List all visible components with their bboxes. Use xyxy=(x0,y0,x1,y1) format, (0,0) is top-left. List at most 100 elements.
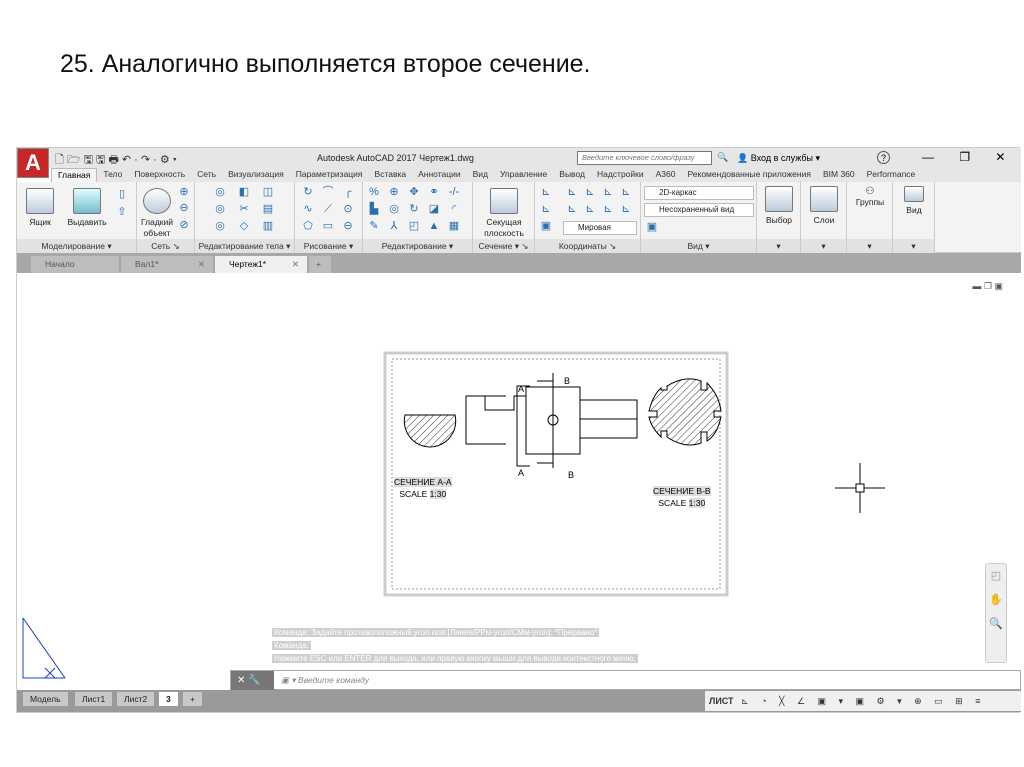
panel-expand[interactable]: ▾ xyxy=(893,239,934,253)
stretch-icon[interactable]: ▙ xyxy=(367,203,381,215)
layers-button[interactable]: Слои xyxy=(805,186,843,226)
panel-label[interactable]: Редактирование ▾ xyxy=(363,239,472,253)
ribbon-tab[interactable]: Вид xyxy=(467,168,494,182)
ribbon-tab[interactable]: Аннотации xyxy=(412,168,467,182)
mesh-add-icon[interactable]: ⊕ xyxy=(177,186,191,198)
layout-tab-3[interactable]: 3 xyxy=(159,692,178,706)
3d-align-icon[interactable]: ⅄ xyxy=(387,220,401,232)
separate-icon[interactable]: ▥ xyxy=(261,220,275,232)
panel-label[interactable]: Координаты ↘ xyxy=(535,239,640,253)
change-icon[interactable]: ▲ xyxy=(427,220,441,232)
ucs-2-icon[interactable]: ⊾ xyxy=(601,203,615,215)
extract-icon[interactable]: ▤ xyxy=(261,203,275,215)
polysolid-icon[interactable]: ▯ xyxy=(115,188,129,200)
layout-tab-sheet2[interactable]: Лист2 xyxy=(117,692,155,706)
array-icon[interactable]: ▦ xyxy=(447,220,461,232)
extrude-button[interactable]: Выдавить xyxy=(65,188,109,228)
view-button[interactable]: Вид xyxy=(897,186,931,216)
panel-expand[interactable]: ▾ xyxy=(757,239,800,253)
scale-icon[interactable]: % xyxy=(367,186,381,198)
ribbon-tab[interactable]: Рекомендованные приложения xyxy=(681,168,816,182)
panel-label[interactable]: Моделирование ▾ xyxy=(17,239,136,253)
application-menu-button[interactable]: A xyxy=(17,148,49,178)
intersect-icon[interactable]: ◎ xyxy=(213,220,227,232)
ribbon-tab[interactable]: Параметризация xyxy=(290,168,369,182)
ribbon-tab[interactable]: Тело xyxy=(97,168,128,182)
ucs-world-icon[interactable]: ⊾ xyxy=(583,186,597,198)
panel-label[interactable]: Вид ▾ xyxy=(641,239,756,253)
ribbon-tab[interactable]: BIM 360 xyxy=(817,168,861,182)
layout-tab-sheet1[interactable]: Лист1 xyxy=(75,692,113,706)
3d-rotate-icon[interactable]: ⊕ xyxy=(387,186,401,198)
presspull-icon[interactable]: ⇧ xyxy=(115,206,129,218)
ribbon-tab[interactable]: A360 xyxy=(650,168,682,182)
navigation-bar[interactable]: ◰ ✋ 🔍 xyxy=(985,563,1007,663)
ribbon-tab[interactable]: Визуализация xyxy=(222,168,290,182)
groups-button[interactable]: ⚇ Группы xyxy=(851,186,889,208)
line-icon[interactable]: ⟋ xyxy=(321,203,335,215)
command-line-controls[interactable]: ✕ 🔧 xyxy=(231,671,274,690)
visual-style-dropdown[interactable]: 2D-каркас xyxy=(644,186,754,200)
named-view-dropdown[interactable]: Несохраненный вид xyxy=(644,203,754,217)
add-layout-button[interactable]: + xyxy=(183,692,202,706)
panel-label[interactable]: Рисование ▾ xyxy=(295,239,362,253)
ribbon-tab[interactable]: Надстройки xyxy=(591,168,650,182)
polygon-icon[interactable]: ⬠ xyxy=(301,220,315,232)
ucs-view-icon[interactable]: ⊾ xyxy=(601,186,615,198)
file-tab-start[interactable]: Начало xyxy=(31,256,119,273)
select-button[interactable]: Выбор xyxy=(761,186,797,226)
ribbon-tab[interactable]: Главная xyxy=(51,168,98,182)
ribbon-tab[interactable]: Вставка xyxy=(369,168,413,182)
search-input[interactable]: Введите ключевое слово/фразу xyxy=(577,151,712,165)
ucs-prev-icon[interactable]: ⊾ xyxy=(565,203,579,215)
brush-icon[interactable]: ✎ xyxy=(367,220,381,232)
spline-icon[interactable]: ∿ xyxy=(301,203,315,215)
panel-expand[interactable]: ▾ xyxy=(847,239,892,253)
union-icon[interactable]: ◎ xyxy=(213,186,227,198)
close-tab-icon[interactable]: ✕ xyxy=(198,256,205,273)
binoculars-icon[interactable]: 🔍 xyxy=(717,152,728,163)
box-button[interactable]: Ящик xyxy=(23,188,57,228)
ribbon-tab[interactable]: Вывод xyxy=(553,168,591,182)
ribbon-tab[interactable]: Управление xyxy=(494,168,553,182)
ucs-dropdown[interactable]: Мировая xyxy=(563,221,637,235)
mirror-icon[interactable]: ◪ xyxy=(427,203,441,215)
mesh-crease-icon[interactable]: ⊘ xyxy=(177,219,191,231)
offset-icon[interactable]: ◎ xyxy=(387,203,401,215)
ribbon-tab[interactable]: Сеть xyxy=(191,168,222,182)
sign-in-button[interactable]: 👤 Вход в службы ▾ xyxy=(737,153,820,164)
panel-label[interactable]: Редактирование тела ▾ xyxy=(195,239,294,253)
status-toggles[interactable]: ЛИСТ ⊾ ◔ ╳ ∠ ▣ ▾ ▣ ⚙ ▾ ⊕ ▭ ⊞ ≡ xyxy=(705,691,1021,711)
copy-icon[interactable]: ⚭ xyxy=(427,186,441,198)
layout-tab-model[interactable]: Модель xyxy=(23,692,68,706)
panel-label[interactable]: Сечение ▾ ↘ xyxy=(473,239,534,253)
align-icon[interactable]: ◰ xyxy=(407,220,421,232)
arc2-icon[interactable]: ╭ xyxy=(341,186,355,198)
arc-icon[interactable]: ⌒ xyxy=(321,186,335,198)
polyline-icon[interactable]: ↻ xyxy=(301,186,315,198)
window-controls[interactable]: — ❐ ✕ xyxy=(922,150,1005,164)
subtract-icon[interactable]: ◎ xyxy=(213,203,227,215)
ucs-object-icon[interactable]: ⊾ xyxy=(619,186,633,198)
slice-icon[interactable]: ✂ xyxy=(237,203,251,215)
space-toggle[interactable]: ЛИСТ xyxy=(709,696,734,706)
panel-label[interactable]: Сеть ↘ xyxy=(137,239,194,253)
smooth-object-button[interactable]: Гладкий объект xyxy=(139,188,175,239)
move-icon[interactable]: ✥ xyxy=(407,186,421,198)
panel-expand[interactable]: ▾ xyxy=(801,239,846,253)
close-tab-icon[interactable]: ✕ xyxy=(292,256,299,273)
ucs-z-icon[interactable]: ⊾ xyxy=(583,203,597,215)
mesh-remove-icon[interactable]: ⊖ xyxy=(177,202,191,214)
fillet-icon[interactable]: ◜ xyxy=(447,203,461,215)
command-input[interactable]: ▣ ▾ Введите команду xyxy=(281,671,369,690)
help-icon[interactable]: ? xyxy=(877,151,890,164)
ucs-named-icon[interactable]: ⊾ xyxy=(565,186,579,198)
ucs-3-icon[interactable]: ⊾ xyxy=(619,203,633,215)
file-tab-val1[interactable]: Вал1* ✕ xyxy=(121,256,213,273)
circle-icon[interactable]: ⊙ xyxy=(341,203,355,215)
ellipse-icon[interactable]: ⊖ xyxy=(341,220,355,232)
ribbon-tab[interactable]: Performance xyxy=(861,168,922,182)
new-tab-button[interactable]: + xyxy=(309,256,331,273)
fillet-edge-icon[interactable]: ◧ xyxy=(237,186,251,198)
file-tab-drawing1[interactable]: Чертеж1* ✕ xyxy=(215,256,307,273)
